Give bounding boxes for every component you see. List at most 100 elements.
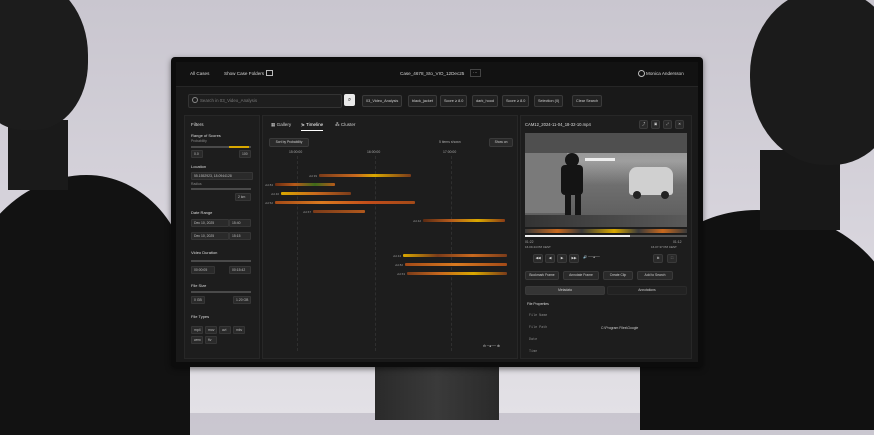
person-leg bbox=[575, 193, 581, 215]
snapshot-icon[interactable]: ⧉ bbox=[653, 254, 663, 263]
chip-score-1[interactable]: Score ≥ 8.0 bbox=[440, 95, 468, 107]
duration-slider[interactable] bbox=[191, 260, 251, 262]
create-clip-button[interactable]: Create Clip bbox=[603, 271, 633, 280]
case-title[interactable]: Case_4678_Sto_VIO_12Dec25 bbox=[400, 71, 464, 76]
tick-0: 15:00:00 bbox=[289, 150, 303, 154]
folder-icon bbox=[266, 70, 273, 76]
type-flv[interactable]: flv bbox=[205, 336, 217, 344]
track-bar[interactable] bbox=[275, 183, 335, 186]
range-min[interactable]: 0.0 bbox=[191, 150, 203, 158]
from-time[interactable]: 15:40 bbox=[229, 219, 251, 227]
show-case-folders-button[interactable]: Show Case Folders bbox=[224, 71, 264, 76]
detection-strip[interactable] bbox=[525, 229, 687, 233]
range-label: Range of Scores bbox=[191, 133, 221, 138]
tab-annotations[interactable]: Annotations bbox=[607, 286, 687, 295]
to-date[interactable]: Dec 10, 2025 bbox=[191, 232, 229, 240]
user-name[interactable]: Monica Andersson bbox=[646, 71, 684, 76]
scrubber[interactable] bbox=[525, 235, 687, 237]
prop-key: File Name bbox=[529, 314, 548, 318]
person-right-head bbox=[750, 0, 874, 165]
add-to-search-button[interactable]: Add to Search bbox=[637, 271, 673, 280]
floor bbox=[525, 215, 687, 227]
tick-1: 16:00:00 bbox=[367, 150, 381, 154]
more-icon[interactable]: ⋯ bbox=[470, 69, 481, 77]
location-input[interactable]: 55.1552923, 18.0944128 bbox=[191, 172, 253, 180]
prop-key: Time bbox=[529, 350, 538, 354]
radius-slider[interactable] bbox=[191, 188, 251, 190]
track-bar[interactable] bbox=[313, 210, 365, 213]
person-torso bbox=[561, 165, 583, 195]
chip-selection[interactable]: Selection (0) bbox=[534, 95, 564, 107]
person-left-silhouette bbox=[0, 175, 190, 435]
from-date[interactable]: Dec 10, 2025 bbox=[191, 219, 229, 227]
tab-gallery[interactable]: ▦ Gallery bbox=[271, 122, 291, 128]
volume-slider[interactable]: 🔊 ──●── bbox=[583, 255, 600, 259]
search-submit-button[interactable]: ⌕ bbox=[344, 94, 355, 106]
prop-value: C:\Program Files\Google bbox=[601, 326, 639, 330]
track-bar[interactable] bbox=[275, 201, 415, 204]
show-on-button[interactable]: Show on bbox=[489, 138, 513, 147]
track-bar[interactable] bbox=[423, 219, 505, 222]
ceiling bbox=[525, 133, 687, 153]
monitor: All Cases Show Case Folders Case_4678_St… bbox=[171, 57, 703, 367]
annotate-frame-button[interactable]: Annotate Frame bbox=[563, 271, 599, 280]
to-time[interactable]: 15:15 bbox=[229, 232, 251, 240]
type-mp4[interactable]: mp4 bbox=[191, 326, 203, 334]
expand-icon[interactable]: ⤢ bbox=[663, 120, 672, 129]
track-bar[interactable] bbox=[407, 272, 507, 275]
tab-metadata[interactable]: Metadata bbox=[525, 286, 605, 295]
screen: All Cases Show Case Folders Case_4678_St… bbox=[176, 62, 698, 362]
grid-line bbox=[375, 156, 376, 351]
chip-dark-hood[interactable]: dark_hood bbox=[472, 95, 498, 107]
type-mkv[interactable]: mkv bbox=[233, 326, 245, 334]
track-bar[interactable] bbox=[403, 254, 507, 257]
track-bar[interactable] bbox=[281, 192, 351, 195]
track-bar[interactable] bbox=[319, 174, 411, 177]
chip-folder[interactable]: 03_Video_Analysis bbox=[362, 95, 403, 107]
step-forward-icon[interactable]: ▶▶ bbox=[569, 254, 579, 263]
all-cases-button[interactable]: All Cases bbox=[190, 71, 209, 76]
filters-panel: Filters Range of Scores Probability 0.0 … bbox=[184, 115, 260, 359]
duration-to[interactable]: 00:15:42 bbox=[229, 266, 251, 274]
save-icon[interactable]: ▣ bbox=[651, 120, 660, 129]
sort-dropdown[interactable]: Sort by Probability bbox=[269, 138, 309, 147]
video-frame[interactable] bbox=[525, 133, 687, 227]
clear-search-button[interactable]: Clear Search bbox=[572, 95, 603, 107]
close-icon[interactable]: ✕ bbox=[675, 120, 684, 129]
track-label: vid 67 bbox=[303, 210, 312, 214]
tab-cluster[interactable]: ⁂ Cluster bbox=[335, 122, 355, 128]
size-min[interactable]: 0 GB bbox=[191, 296, 205, 304]
duration-from[interactable]: 00:00:05 bbox=[191, 266, 215, 274]
range-max[interactable]: 100 bbox=[239, 150, 251, 158]
fullscreen-icon[interactable]: ⛶ bbox=[667, 254, 677, 263]
step-back-icon[interactable]: ◀ bbox=[545, 254, 555, 263]
bookmark-frame-button[interactable]: Bookmark Frame bbox=[525, 271, 559, 280]
chip-black-jacket[interactable]: black_jacket bbox=[408, 95, 437, 107]
search-placeholder: Search in 03_Video_Analysis bbox=[200, 98, 258, 103]
chip-score-2[interactable]: Score ≥ 8.0 bbox=[502, 95, 530, 107]
track-bar[interactable] bbox=[405, 263, 507, 266]
car-wheel bbox=[633, 191, 641, 199]
monitor-stand bbox=[375, 360, 499, 420]
type-mov[interactable]: mov bbox=[205, 326, 217, 334]
size-max[interactable]: 1.20 GB bbox=[233, 296, 251, 304]
zoom-slider[interactable]: ⊖ ─●── ⊕ bbox=[483, 344, 500, 348]
play-icon[interactable]: ▶ bbox=[557, 254, 567, 263]
type-avi[interactable]: avi bbox=[219, 326, 231, 334]
range-slider[interactable] bbox=[191, 146, 251, 148]
export-icon[interactable]: ⤴ bbox=[639, 120, 648, 129]
radius-value[interactable]: 2 km bbox=[235, 193, 251, 201]
type-wmv[interactable]: wmv bbox=[191, 336, 203, 344]
tab-timeline[interactable]: ⋟ Timeline bbox=[301, 122, 324, 131]
radius-label: Radius bbox=[191, 182, 202, 186]
search-input[interactable]: Search in 03_Video_Analysis bbox=[188, 94, 342, 108]
prop-key: Date bbox=[529, 338, 538, 342]
file-size-label: File Size bbox=[191, 283, 207, 288]
person-left-neck bbox=[8, 120, 68, 190]
car-wheel bbox=[661, 191, 669, 199]
file-size-slider[interactable] bbox=[191, 291, 251, 293]
user-avatar-icon[interactable] bbox=[638, 70, 645, 77]
track-label: vid 39 bbox=[309, 174, 318, 178]
file-types-label: File Types bbox=[191, 314, 210, 319]
rewind-icon[interactable]: ◀◀ bbox=[533, 254, 543, 263]
